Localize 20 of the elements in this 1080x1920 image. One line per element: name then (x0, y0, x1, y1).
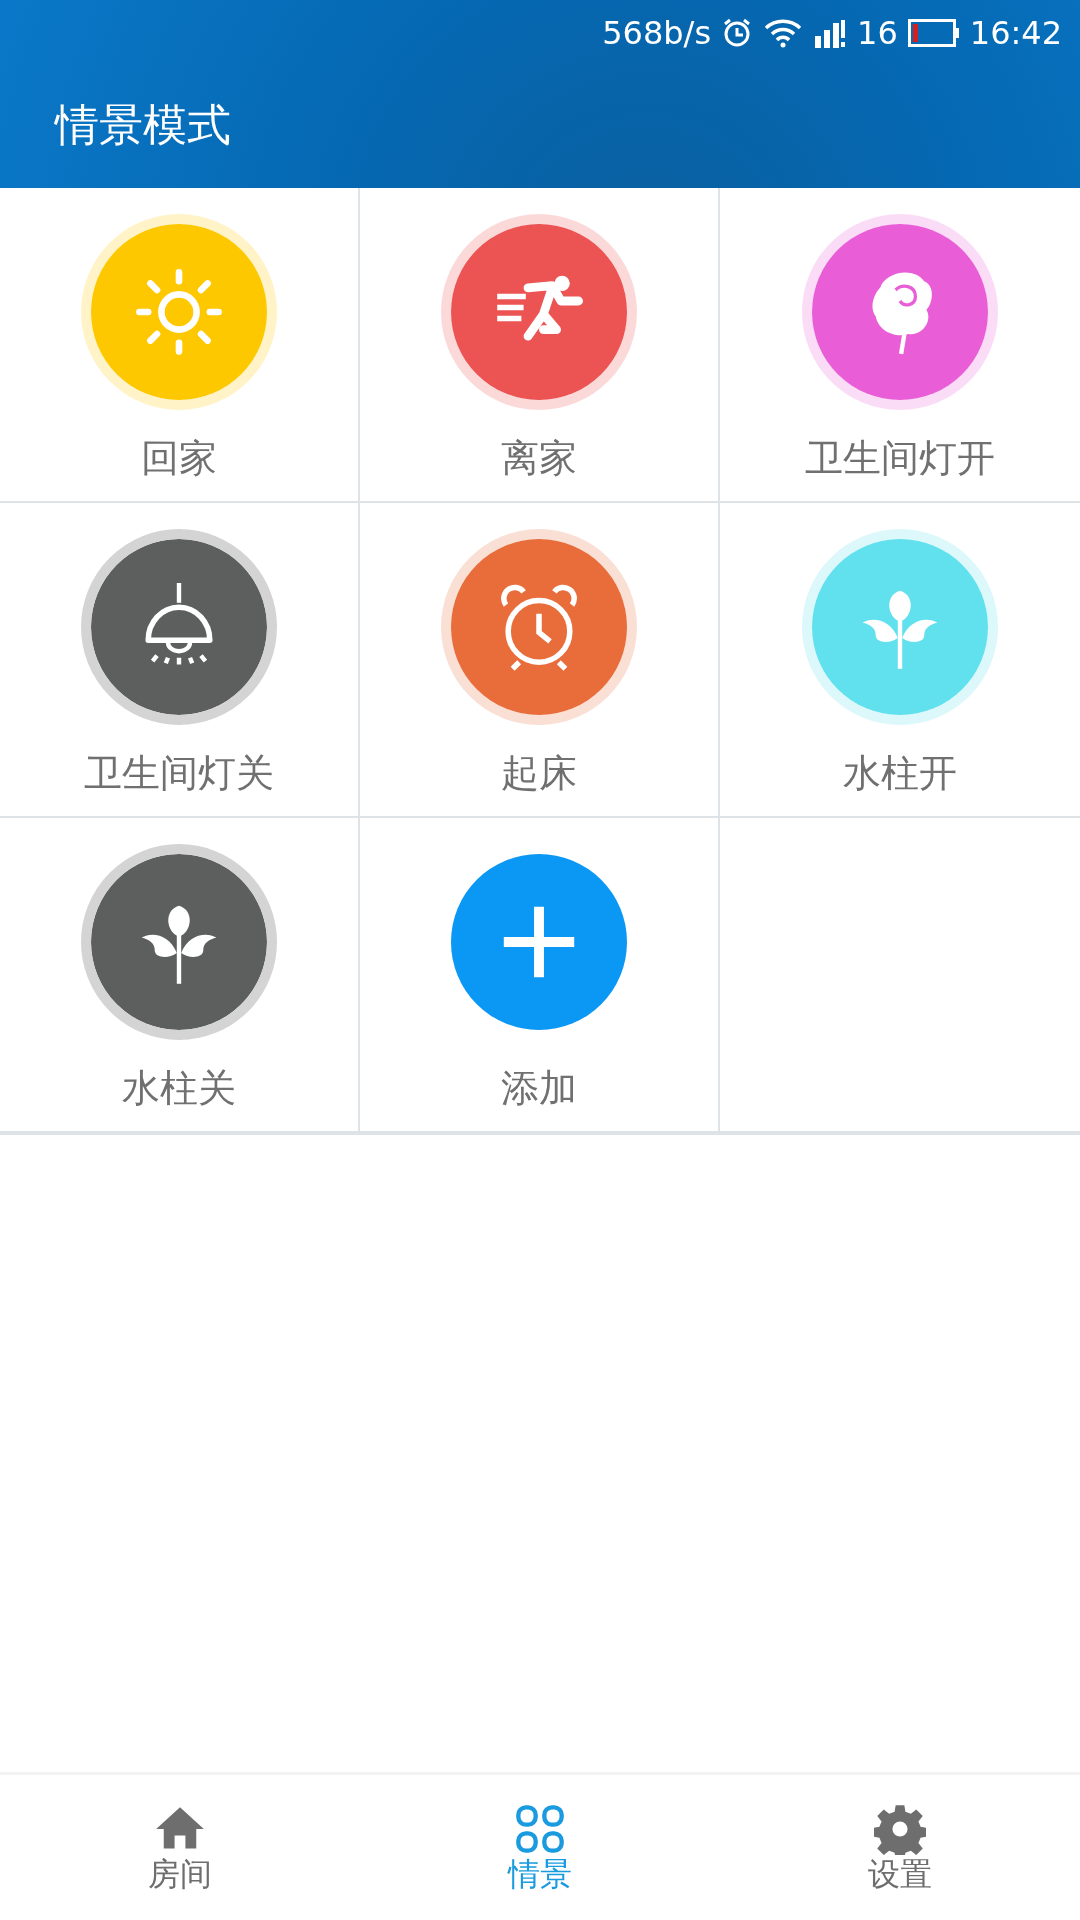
wifi-icon (763, 17, 804, 48)
scene-label: 起床 (501, 753, 577, 795)
scene-label: 水柱开 (843, 753, 957, 795)
settings-icon (874, 1802, 926, 1855)
scene-label: 离家 (501, 438, 577, 480)
scene-label: 水柱关 (122, 1068, 236, 1110)
nav-tab[interactable]: 设置 (720, 1775, 1080, 1920)
signal-text: 16 (857, 12, 898, 54)
scene-label: 回家 (141, 438, 217, 480)
clock-time: 16:42 (969, 12, 1062, 54)
nav-tab[interactable]: 房间 (0, 1775, 360, 1920)
scene-label: 添加 (501, 1068, 577, 1110)
scene-label: 卫生间灯开 (805, 438, 995, 480)
nav-tab[interactable]: 情景 (360, 1775, 720, 1920)
battery-icon (907, 18, 960, 47)
scene-label: 卫生间灯关 (84, 753, 274, 795)
grid-icon (514, 1802, 566, 1855)
signal-icon (813, 17, 848, 48)
page-title: 情景模式 (53, 103, 232, 147)
network-speed: 568b/s (602, 12, 712, 54)
